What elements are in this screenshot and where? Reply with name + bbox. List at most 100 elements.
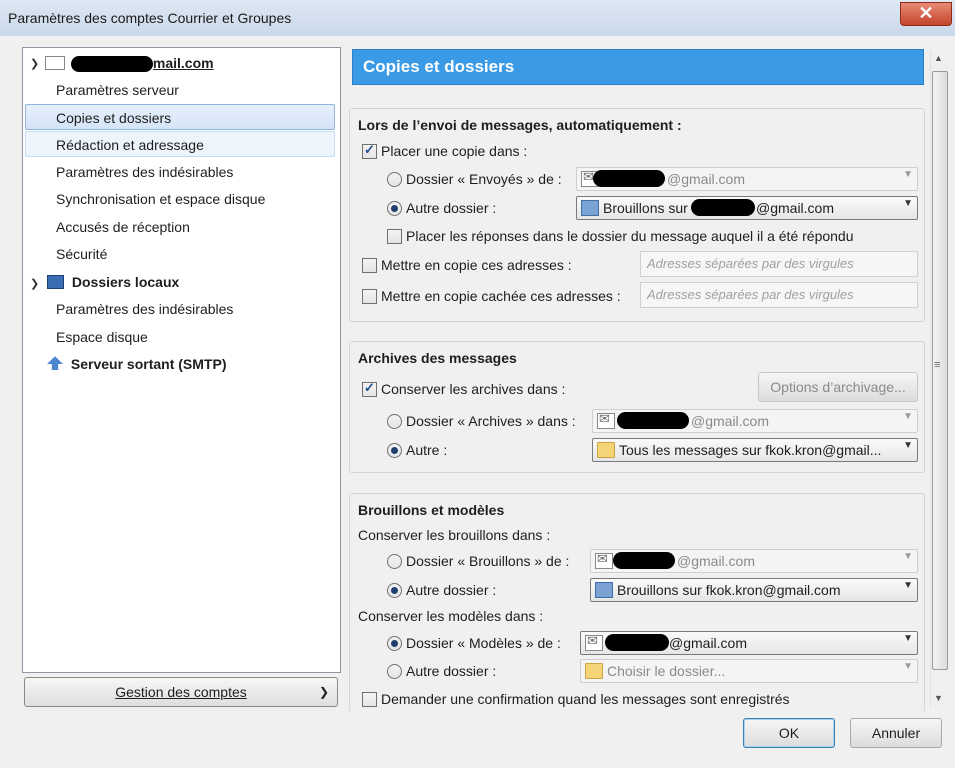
drafts-folder-label: Dossier « Brouillons » de : [406, 553, 570, 569]
upload-icon [47, 356, 63, 371]
cc-input[interactable]: Adresses séparées par des virgules [640, 251, 918, 277]
place-copy-checkbox[interactable] [362, 142, 377, 159]
keep-drafts-label: Conserver les brouillons dans : [358, 527, 551, 543]
drafts-other-dropdown[interactable]: Brouillons sur fkok.kron@gmail.com ▼ [590, 578, 918, 602]
templates-other-label: Autre dossier : [406, 663, 497, 679]
place-copy-label: Placer une copie dans : [381, 143, 528, 159]
scroll-up-icon[interactable]: ▲ [934, 53, 943, 63]
tree-item-junk[interactable]: Paramètres des indésirables [56, 159, 233, 185]
drafts-other-radio[interactable] [387, 583, 402, 598]
templates-other-radio[interactable] [387, 664, 402, 679]
cc-placeholder: Adresses séparées par des virgules [647, 256, 854, 271]
other-folder-dropdown[interactable]: Brouillons sur @gmail.com ▼ [576, 196, 918, 220]
account-name: mail.com [152, 55, 214, 71]
chevron-down-icon: ▼ [903, 440, 913, 451]
chevron-down-icon[interactable]: ❯ [30, 57, 39, 70]
tree-item-copies-folders[interactable]: Copies et dossiers [25, 104, 335, 130]
templates-other-dropdown[interactable]: Choisir le dossier... ▼ [580, 659, 918, 683]
chevron-down-icon: ▼ [903, 169, 913, 180]
redacted-mask [70, 56, 153, 73]
tree-item-security[interactable]: Sécurité [56, 241, 107, 267]
templates-folder-label: Dossier « Modèles » de : [406, 635, 561, 651]
bcc-input[interactable]: Adresses séparées par des virgules [640, 282, 918, 308]
templates-other-value: Choisir le dossier... [607, 663, 726, 679]
tree-item-sync[interactable]: Synchronisation et espace disque [56, 186, 265, 212]
drafts-folder-value: @gmail.com [677, 553, 756, 569]
close-button[interactable]: ✕ [900, 2, 952, 26]
drafts-folder-radio[interactable] [387, 554, 402, 569]
computer-icon [47, 275, 64, 290]
tree-item-composition[interactable]: Rédaction et adressage [25, 131, 335, 157]
sent-folder-label: Dossier « Envoyés » de : [406, 171, 562, 187]
tree-item-receipts[interactable]: Accusés de réception [56, 214, 190, 240]
bcc-checkbox[interactable] [362, 289, 377, 304]
sent-folder-dropdown[interactable]: @gmail.com ▼ [576, 167, 918, 191]
envelope-icon [595, 551, 613, 569]
archives-folder-dropdown[interactable]: @gmail.com ▼ [592, 409, 918, 433]
other-folder-suffix: @gmail.com [756, 200, 835, 216]
sent-folder-radio[interactable] [387, 172, 402, 187]
drafts-title: Brouillons et modèles [358, 502, 505, 518]
chevron-down-icon: ❯ [318, 685, 329, 699]
panel-title: Copies et dossiers [363, 57, 515, 76]
envelope-icon [585, 633, 603, 651]
archive-options-button[interactable]: Options d’archivage... [758, 372, 918, 402]
keep-templates-label: Conserver les modèles dans : [358, 608, 544, 624]
sent-folder-value: @gmail.com [667, 171, 746, 187]
title-bar: Paramètres des comptes Courrier et Group… [0, 0, 955, 37]
tree-item-server-settings[interactable]: Paramètres serveur [56, 77, 179, 103]
account-tree[interactable]: ❯ mail.com Paramètres serveur Copies et … [22, 47, 341, 673]
keep-archives-label: Conserver les archives dans : [381, 381, 566, 397]
chevron-down-icon: ▼ [903, 633, 913, 644]
cc-label: Mettre en copie ces adresses : [381, 257, 572, 273]
other-folder-prefix: Brouillons sur [603, 200, 688, 216]
cc-checkbox[interactable] [362, 258, 377, 273]
drafts-folder-dropdown[interactable]: @gmail.com ▼ [590, 549, 918, 573]
archives-title: Archives des messages [358, 350, 517, 366]
tree-local-folders[interactable]: Dossiers locaux [47, 269, 179, 295]
chevron-down-icon: ▼ [903, 411, 913, 422]
replies-checkbox[interactable] [387, 229, 402, 244]
archives-other-radio[interactable] [387, 443, 402, 458]
templates-folder-radio[interactable] [387, 636, 402, 651]
tree-item-local-junk[interactable]: Paramètres des indésirables [56, 296, 233, 322]
manage-accounts-label: Gestion des comptes [115, 684, 247, 700]
tree-account[interactable]: mail.com [45, 50, 214, 76]
drafts-folder-icon [581, 200, 599, 216]
redacted-mask [617, 412, 689, 429]
redacted-mask [613, 552, 675, 569]
chevron-down-icon: ▼ [903, 198, 913, 209]
archives-other-dropdown[interactable]: Tous les messages sur fkok.kron@gmail...… [592, 438, 918, 462]
cancel-button[interactable]: Annuler [850, 718, 942, 748]
envelope-icon [45, 56, 65, 71]
redacted-mask [691, 199, 755, 216]
tree-smtp[interactable]: Serveur sortant (SMTP) [47, 351, 226, 377]
ok-button[interactable]: OK [743, 718, 835, 748]
folder-icon [597, 442, 615, 458]
other-folder-label: Autre dossier : [406, 200, 497, 216]
keep-archives-checkbox[interactable] [362, 380, 377, 397]
manage-accounts-button[interactable]: Gestion des comptes ❯ [24, 677, 338, 707]
tree-item-disk-space[interactable]: Espace disque [56, 324, 148, 350]
archives-other-label: Autre : [406, 442, 448, 458]
replies-label: Placer les réponses dans le dossier du m… [406, 228, 854, 244]
sending-title: Lors de l’envoi de messages, automatique… [358, 117, 682, 133]
chevron-down-icon[interactable]: ❯ [30, 277, 39, 290]
archives-folder-radio[interactable] [387, 414, 402, 429]
drafts-other-label: Autre dossier : [406, 582, 497, 598]
window-title: Paramètres des comptes Courrier et Group… [8, 10, 292, 26]
envelope-icon [597, 411, 615, 429]
archives-folder-value: @gmail.com [691, 413, 770, 429]
smtp-label: Serveur sortant (SMTP) [70, 356, 227, 372]
templates-folder-dropdown[interactable]: @gmail.com ▼ [580, 631, 918, 655]
local-folders-label: Dossiers locaux [71, 274, 180, 290]
redacted-mask [605, 634, 669, 651]
chevron-down-icon: ▼ [903, 661, 913, 672]
archives-other-value: Tous les messages sur fkok.kron@gmail... [619, 442, 882, 458]
other-folder-radio[interactable] [387, 201, 402, 216]
redacted-mask [593, 170, 665, 187]
drafts-other-value: Brouillons sur fkok.kron@gmail.com [617, 582, 841, 598]
confirm-checkbox[interactable] [362, 692, 377, 707]
bcc-placeholder: Adresses séparées par des virgules [647, 287, 854, 302]
scroll-down-icon[interactable]: ▼ [934, 693, 943, 703]
